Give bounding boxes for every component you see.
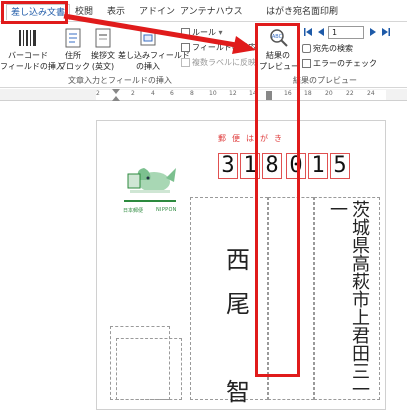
annotation-box-preview-button xyxy=(255,23,300,377)
find-recipient-label: 宛先の検索 xyxy=(313,44,353,53)
check-errors-label: エラーのチェック xyxy=(313,59,377,68)
check-errors-icon xyxy=(302,59,311,68)
sender-frame-2 xyxy=(116,338,182,400)
ruler-number: 24 xyxy=(367,90,375,97)
check-errors-button[interactable]: エラーのチェック xyxy=(302,58,377,69)
last-record-icon[interactable] xyxy=(381,27,391,37)
update-labels-button[interactable]: 複数ラベルに反映 xyxy=(181,57,256,68)
ruler-number: 2 xyxy=(96,90,100,97)
ruler-number: 18 xyxy=(304,90,312,97)
ruler-number: 2 xyxy=(131,90,135,97)
ruler-active-area xyxy=(96,90,386,100)
horizontal-ruler[interactable]: 2 2 4 6 8 10 12 14 16 18 20 22 24 xyxy=(0,89,407,101)
zip-digit-box-last: 5 xyxy=(330,153,350,179)
stamp-nippon-label: NIPPON xyxy=(156,207,177,213)
recipient-name-char: 智 xyxy=(226,378,250,406)
next-record-icon[interactable] xyxy=(368,27,378,37)
zip-digit-box: 1 xyxy=(308,153,328,179)
group-label-write-insert: 文章入力とフィールドの挿入 xyxy=(68,76,172,85)
indent-marker-icon[interactable] xyxy=(112,89,120,101)
postage-stamp-icon xyxy=(124,168,176,202)
ruler-number: 22 xyxy=(346,90,354,97)
zip-digit-box: 3 xyxy=(218,153,238,179)
ruler-number: 4 xyxy=(151,90,155,97)
ruler-number: 8 xyxy=(190,90,194,97)
recipient-address: 茨城県高萩市上君田三一一 xyxy=(327,200,370,398)
ruler-number: 12 xyxy=(229,90,237,97)
ruler-number: 10 xyxy=(209,90,217,97)
ruler-number: 6 xyxy=(170,90,174,97)
find-recipient-icon xyxy=(302,44,311,53)
recipient-name-char: 西 xyxy=(226,246,250,274)
recipient-name-char: 尾 xyxy=(226,290,250,318)
barcode-field-label: バーコード フィールドの挿入 xyxy=(0,51,64,71)
stamp-label: 日本郵便 xyxy=(123,208,144,214)
update-labels-icon xyxy=(181,58,190,67)
barcode-icon xyxy=(19,30,36,46)
group-label-preview: 結果のプレビュー xyxy=(293,76,357,85)
ruler-number: 20 xyxy=(325,90,333,97)
annotation-box-mailings-tab xyxy=(1,1,68,24)
annotation-arrow-icon xyxy=(63,13,256,54)
update-labels-label: 複数ラベルに反映 xyxy=(192,58,256,67)
record-number-input[interactable]: 1 xyxy=(328,26,364,39)
tab-postcard-print[interactable]: はがき宛名面印刷 xyxy=(266,4,338,20)
find-recipient-button[interactable]: 宛先の検索 xyxy=(302,43,353,54)
previous-record-icon[interactable] xyxy=(316,27,326,37)
first-record-icon[interactable] xyxy=(303,27,313,37)
